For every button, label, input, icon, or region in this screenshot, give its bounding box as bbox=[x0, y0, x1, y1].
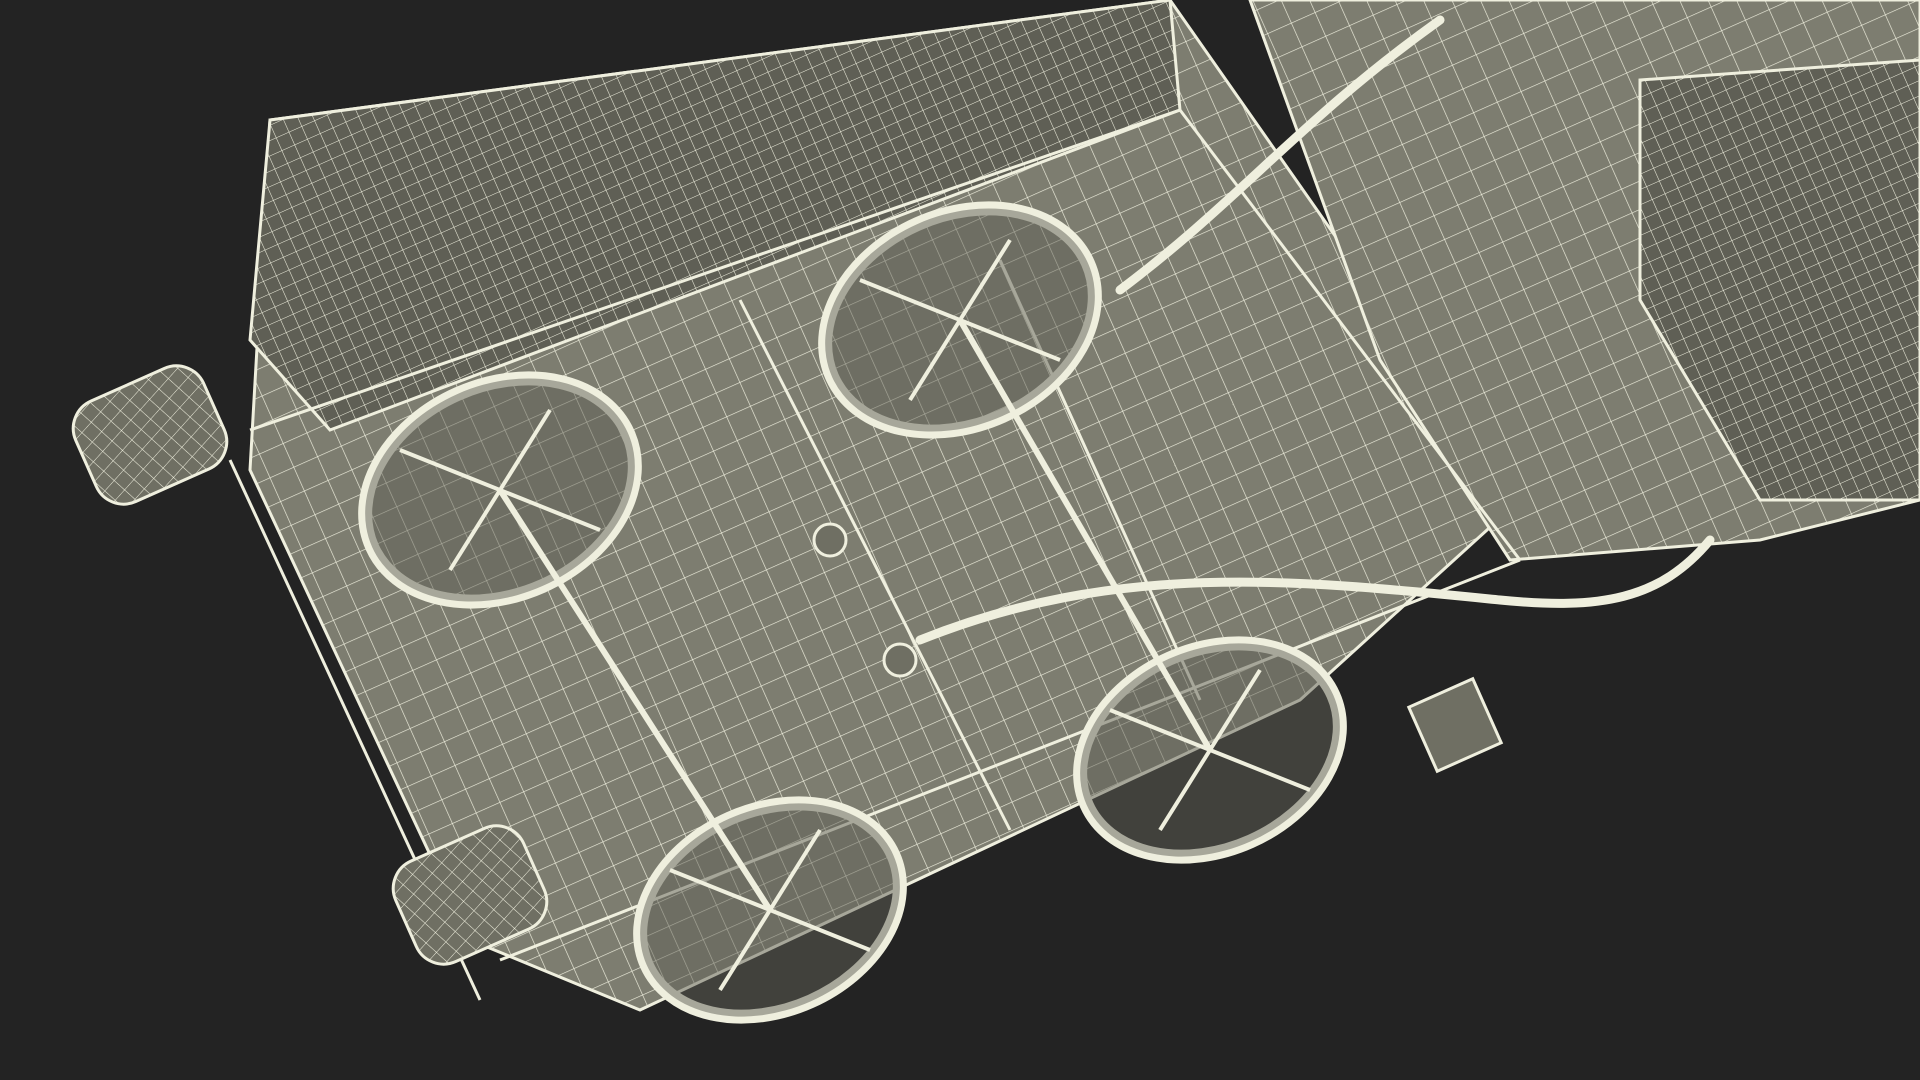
brake-valve-upper bbox=[812, 522, 848, 558]
wireframe-viewport bbox=[0, 0, 1920, 1080]
brake-valve-lower bbox=[882, 642, 918, 678]
